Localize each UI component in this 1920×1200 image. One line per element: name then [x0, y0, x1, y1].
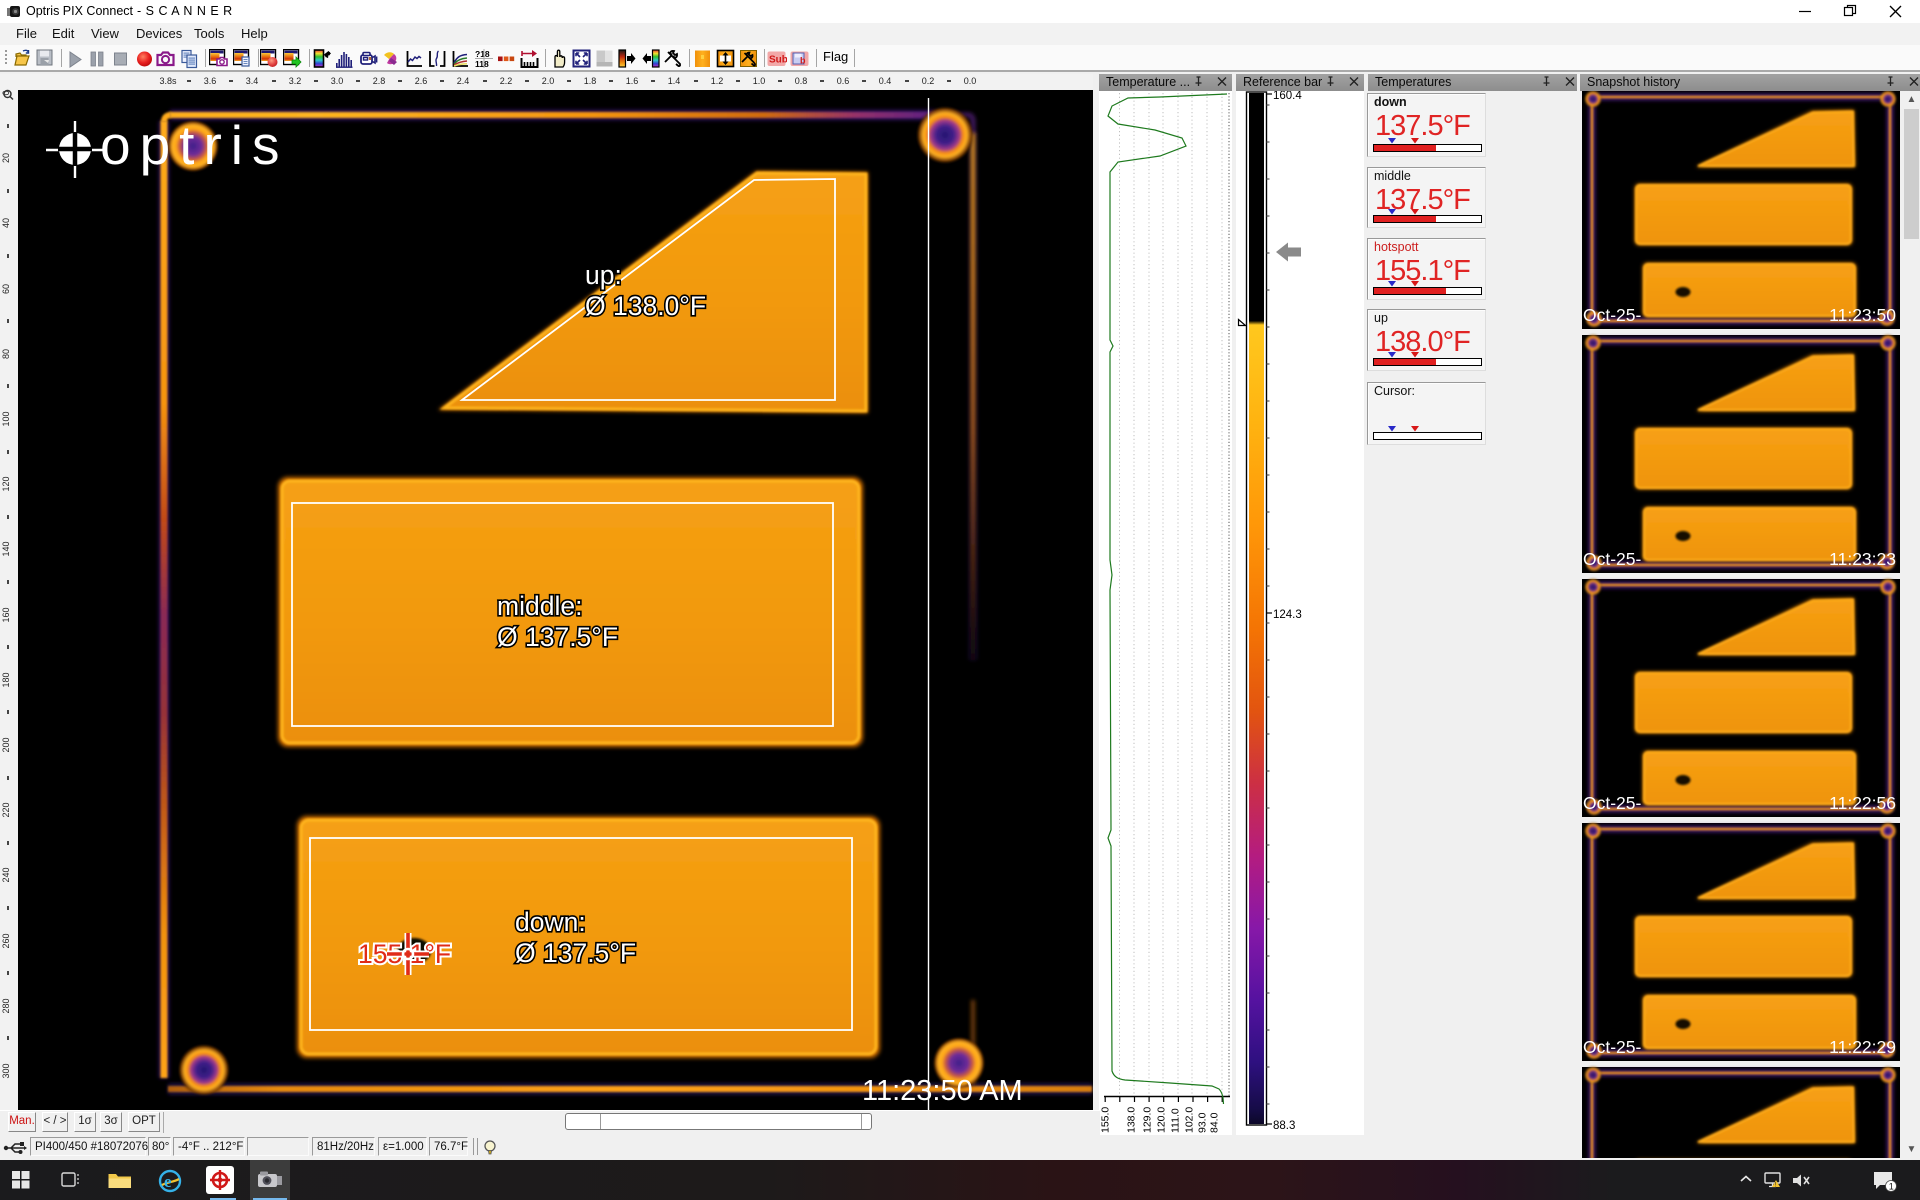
svg-text:Oct-25-: Oct-25-	[1583, 793, 1642, 813]
svg-text:155.0: 155.0	[1100, 1107, 1112, 1133]
svg-text:?18: ?18	[475, 49, 490, 59]
svg-text:11:22:56: 11:22:56	[1829, 793, 1896, 813]
svg-text:102.0: 102.0	[1184, 1107, 1196, 1133]
svg-text:88.3: 88.3	[1273, 1120, 1295, 1132]
svg-text:1: 1	[1889, 1182, 1894, 1192]
svg-text:160.4: 160.4	[1273, 91, 1302, 102]
svg-text:11:22:29: 11:22:29	[1829, 1037, 1896, 1057]
svg-text:Ø 137.5°F: Ø 137.5°F	[515, 938, 636, 968]
svg-text:118: 118	[475, 59, 489, 69]
svg-text:129.0: 129.0	[1142, 1107, 1154, 1133]
svg-text:Ø 138.0°F: Ø 138.0°F	[585, 291, 706, 321]
svg-text:b: b	[800, 56, 806, 66]
svg-text:111.0: 111.0	[1170, 1108, 1182, 1133]
svg-text:93.0: 93.0	[1197, 1112, 1209, 1133]
svg-text:up:: up:	[585, 260, 622, 290]
svg-text:11:23:50: 11:23:50	[1829, 305, 1896, 325]
svg-text:middle:: middle:	[497, 591, 582, 621]
svg-text:Ø 137.5°F: Ø 137.5°F	[497, 622, 618, 652]
svg-text:84.0: 84.0	[1209, 1112, 1221, 1133]
svg-text:11:23:50 AM: 11:23:50 AM	[862, 1075, 1023, 1107]
svg-text:11:23:23: 11:23:23	[1829, 549, 1896, 569]
svg-text:124.3: 124.3	[1273, 609, 1302, 621]
svg-text:optris: optris	[100, 114, 289, 176]
svg-text:120.0: 120.0	[1156, 1107, 1168, 1133]
svg-text:Oct-25-: Oct-25-	[1583, 1037, 1642, 1057]
svg-text:Sub: Sub	[769, 55, 787, 66]
svg-text:Oct-25-: Oct-25-	[1583, 305, 1642, 325]
svg-text:Oct-25-: Oct-25-	[1583, 549, 1642, 569]
svg-text:down:: down:	[515, 907, 586, 937]
svg-text:e: e	[164, 1172, 172, 1191]
svg-text:138.0: 138.0	[1126, 1107, 1138, 1133]
